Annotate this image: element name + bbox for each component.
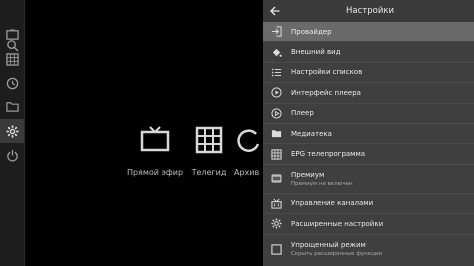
settings-item-player[interactable]: Плеер (263, 104, 474, 124)
tv-icon[interactable] (0, 22, 24, 46)
settings-item-label: Внешний вид (291, 48, 341, 57)
settings-item-label: EPG телепрограмма (291, 150, 366, 159)
settings-item-sublabel: Скрыть расширенные функции (291, 251, 382, 258)
settings-list: Провайдер Внешний вид Настройки списков … (263, 22, 474, 264)
settings-panel: Настройки Провайдер Внешний вид Настройк… (263, 0, 474, 266)
tile-tv-guide[interactable]: Телегид (179, 126, 239, 186)
premium-icon (269, 172, 283, 186)
home-area: Прямой эфир Телегид Архив (25, 0, 264, 266)
settings-item-label: Премиум (291, 170, 325, 179)
history-icon[interactable] (0, 71, 24, 95)
settings-item-media-library[interactable]: Медиатека (263, 124, 474, 145)
settings-item-epg[interactable]: EPG телепрограмма (263, 144, 474, 165)
play-icon (269, 106, 283, 120)
tile-label: Телегид (191, 168, 227, 177)
tile-archive[interactable]: Архив (234, 126, 264, 186)
settings-icon[interactable] (0, 119, 24, 143)
power-icon[interactable] (0, 143, 24, 167)
settings-item-simple-mode[interactable]: Упрощенный режим Скрыть расширенные функ… (263, 235, 474, 264)
settings-item-label: Управление каналами (291, 199, 374, 208)
list-icon (269, 65, 283, 79)
tile-label: Прямой эфир (126, 168, 184, 177)
settings-item-sublabel: Премиум не включен (291, 180, 353, 187)
settings-item-label: Провайдер (291, 27, 332, 36)
play-circle-icon (269, 86, 283, 100)
settings-item-label: Плеер (291, 109, 314, 118)
login-icon (269, 25, 283, 39)
settings-item-premium[interactable]: Премиум Премиум не включен (263, 165, 474, 194)
settings-item-advanced[interactable]: Расширенные настройки (263, 214, 474, 235)
channels-icon (269, 196, 283, 210)
settings-item-channel-management[interactable]: Управление каналами (263, 194, 474, 215)
settings-item-provider[interactable]: Провайдер (263, 22, 474, 43)
grid-icon[interactable] (0, 47, 24, 71)
settings-item-label: Интерфейс плеера (291, 88, 361, 97)
tile-live-tv[interactable]: Прямой эфир (125, 126, 185, 186)
side-rail (0, 0, 25, 266)
folder-icon (269, 127, 283, 141)
settings-item-label: Расширенные настройки (291, 219, 384, 228)
tv-icon (140, 126, 170, 152)
settings-item-player-interface[interactable]: Интерфейс плеера (263, 83, 474, 104)
back-arrow-icon[interactable] (266, 2, 284, 20)
grid-icon (269, 147, 283, 161)
settings-header: Настройки (263, 0, 474, 22)
paint-bucket-icon (269, 45, 283, 59)
settings-item-label: Настройки списков (291, 68, 363, 77)
history-icon (237, 129, 260, 152)
settings-item-list-settings[interactable]: Настройки списков (263, 63, 474, 84)
settings-item-appearance[interactable]: Внешний вид (263, 42, 474, 63)
settings-item-label: Медиатека (291, 129, 332, 138)
page-title: Настройки (346, 6, 395, 16)
gear-icon (269, 217, 283, 231)
settings-item-label: Упрощенный режим (291, 241, 366, 250)
tile-label: Архив (234, 168, 260, 177)
folder-icon[interactable] (0, 94, 24, 118)
checkbox-icon[interactable] (269, 242, 283, 256)
grid-icon (195, 126, 223, 154)
